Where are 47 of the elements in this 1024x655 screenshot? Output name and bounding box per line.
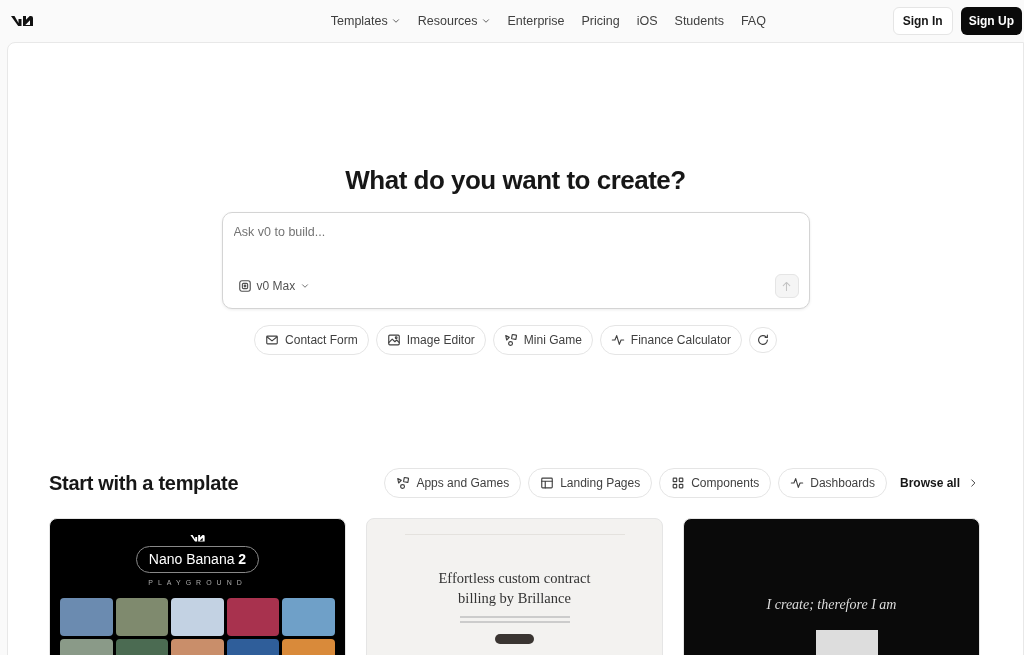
section-title: Start with a template: [49, 471, 239, 496]
pulse-icon: [790, 476, 805, 491]
photo-placeholder: [282, 598, 335, 637]
photo-placeholder: [815, 630, 878, 655]
photo-placeholder: [60, 598, 113, 637]
nav-link[interactable]: Resources: [417, 11, 491, 31]
nav-link[interactable]: Pricing: [581, 11, 620, 31]
shapes-icon: [503, 333, 518, 348]
model-selector[interactable]: v0 Max: [232, 277, 311, 296]
photo-placeholder: [171, 598, 224, 637]
suggestion-chip[interactable]: Mini Game: [492, 325, 593, 356]
suggestion-chip[interactable]: Contact Form: [254, 325, 369, 356]
model-icon: [237, 279, 252, 294]
prompt-box[interactable]: Ask v0 to build... v0 Max: [221, 212, 810, 310]
dark-headline: I create; therefore I am: [766, 596, 897, 615]
filter-chip[interactable]: Components: [659, 468, 772, 499]
nav-link[interactable]: iOS: [636, 11, 658, 31]
chevron-right-icon: [968, 478, 978, 489]
template-card[interactable]: Effortless custom contract billing by Brillance: [366, 518, 663, 655]
browse-all-link[interactable]: Browse all: [893, 473, 984, 494]
layout-icon: [540, 476, 555, 491]
filter-chip[interactable]: Apps and Games: [384, 468, 522, 499]
suggestion-chip[interactable]: Finance Calculator: [599, 325, 742, 356]
hero-title: What do you want to create?: [345, 165, 686, 197]
template-card[interactable]: I create; therefore I am: [683, 518, 980, 655]
nav-link[interactable]: Students: [674, 11, 724, 31]
logo-icon[interactable]: [10, 14, 34, 28]
pulse-icon: [610, 333, 625, 348]
sign-up-button[interactable]: Sign Up: [960, 7, 1022, 35]
filter-chip[interactable]: Landing Pages: [528, 468, 653, 499]
envelope-icon: [265, 333, 280, 348]
refresh-button[interactable]: [748, 327, 777, 354]
photo-placeholder: [115, 598, 169, 637]
cta-pill: [495, 634, 534, 645]
nav-link[interactable]: Enterprise: [507, 11, 565, 31]
refresh-icon: [755, 333, 770, 348]
image-icon: [386, 333, 401, 348]
nav-link[interactable]: Templates: [330, 11, 401, 31]
photo-placeholder: [226, 598, 280, 637]
grid-icon: [671, 476, 686, 491]
landing-headline: Effortless custom contract billing by Brillance: [437, 569, 592, 608]
sign-in-button[interactable]: Sign In: [892, 7, 953, 35]
arrow-up-icon: [780, 279, 793, 293]
shapes-icon: [396, 476, 411, 491]
nav-link[interactable]: FAQ: [740, 11, 766, 31]
filter-chip[interactable]: Dashboards: [778, 468, 887, 499]
suggestion-chip[interactable]: Image Editor: [375, 325, 486, 356]
